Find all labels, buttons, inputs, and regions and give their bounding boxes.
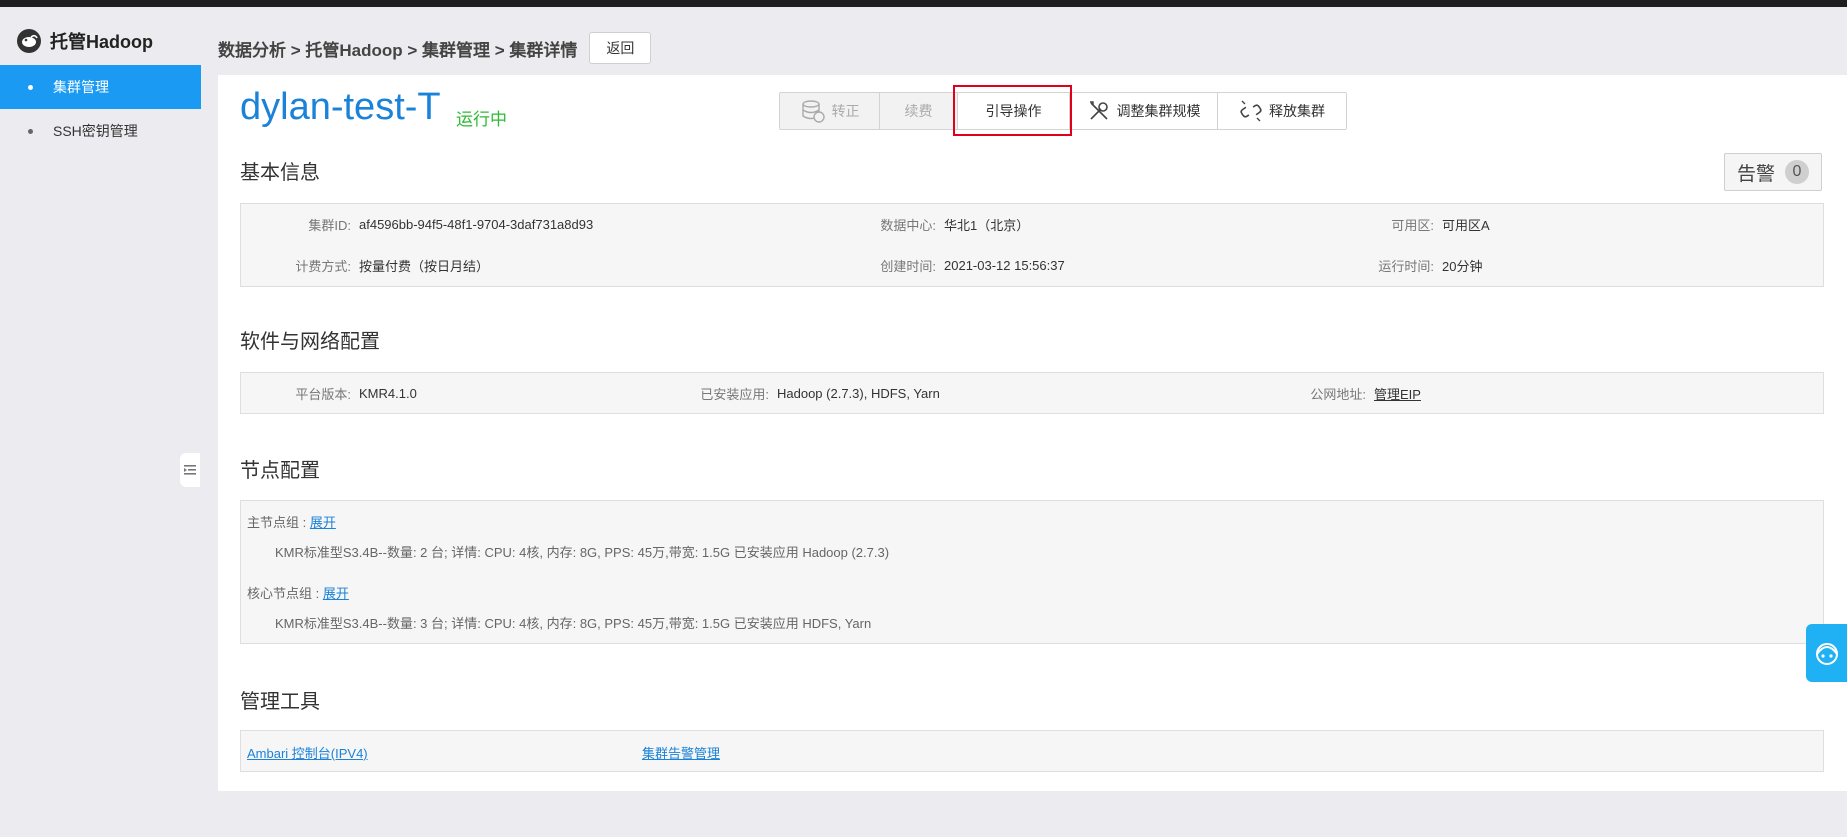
basic-info-box: 集群ID: af4596bb-94f5-48f1-9704-3daf731a8d…: [240, 203, 1824, 287]
tools-box: Ambari 控制台(IPV4) 集群告警管理: [240, 730, 1824, 772]
master-group-label: 主节点组 :: [247, 515, 310, 530]
uptime-row: 运行时间: 20分钟: [1321, 255, 1482, 275]
nodes-box: 主节点组 : 展开 KMR标准型S3.4B--数量: 2 台; 详情: CPU:…: [240, 500, 1824, 644]
alarm-button[interactable]: 告警 0: [1724, 153, 1822, 191]
sidebar-item-label: SSH密钥管理: [53, 123, 138, 139]
sidebar-collapse-handle[interactable]: [180, 453, 200, 487]
created-value: 2021-03-12 15:56:37: [944, 257, 1065, 273]
billing-label: 计费方式:: [295, 258, 351, 274]
database-icon: [801, 100, 825, 123]
bullet-icon: [28, 84, 33, 90]
alarm-count-badge: 0: [1785, 160, 1809, 184]
apps-row: 已安装应用: Hadoop (2.7.3), HDFS, Yarn: [641, 383, 940, 403]
sidebar-item-label: 集群管理: [53, 79, 109, 95]
app-title: 托管Hadoop: [50, 32, 153, 52]
cluster-detail-panel: dylan-test-T 运行中 转正 续费 引导操作 调整集群规模 释放集群 …: [218, 75, 1847, 791]
bullet-icon: [28, 128, 33, 134]
cluster-name: dylan-test-T: [240, 86, 441, 128]
software-box: 平台版本: KMR4.1.0 已安装应用: Hadoop (2.7.3), HD…: [240, 372, 1824, 414]
resize-label: 调整集群规模: [1116, 103, 1201, 119]
core-group-label: 核心节点组 :: [247, 586, 323, 601]
brand: 托管Hadoop: [16, 21, 153, 61]
broken-link-icon: [1240, 100, 1262, 122]
platform-label: 平台版本:: [295, 386, 351, 402]
customer-service-button[interactable]: [1806, 624, 1847, 682]
platform-row: 平台版本: KMR4.1.0: [241, 383, 417, 403]
top-bar: [0, 0, 1847, 7]
software-title: 软件与网络配置: [240, 331, 380, 353]
master-group-desc: KMR标准型S3.4B--数量: 2 台; 详情: CPU: 4核, 内存: 8…: [275, 545, 890, 560]
created-label: 创建时间:: [880, 258, 936, 274]
core-expand-link[interactable]: 展开: [323, 586, 349, 601]
sidebar-item-ssh-keys[interactable]: SSH密钥管理: [0, 109, 201, 153]
hadoop-logo-icon: [17, 29, 41, 53]
renew-label: 续费: [904, 103, 933, 119]
master-expand-link[interactable]: 展开: [310, 515, 336, 530]
sidebar: 托管Hadoop 集群管理 SSH密钥管理: [0, 7, 201, 837]
renew-button[interactable]: 续费: [880, 93, 958, 129]
uptime-label: 运行时间:: [1378, 258, 1434, 274]
zone-value: 可用区A: [1442, 217, 1490, 233]
datacenter-label: 数据中心:: [880, 217, 936, 233]
apps-label: 已安装应用:: [700, 386, 769, 402]
basic-info-title: 基本信息: [240, 162, 320, 184]
master-group-row: 主节点组 : 展开: [247, 512, 336, 531]
release-cluster-button[interactable]: 释放集群: [1218, 93, 1346, 129]
cluster-id-label: 集群ID:: [308, 217, 351, 233]
tools-title: 管理工具: [240, 691, 320, 713]
cluster-id-value: af4596bb-94f5-48f1-9704-3daf731a8d93: [359, 216, 594, 232]
apps-value: Hadoop (2.7.3), HDFS, Yarn: [777, 385, 940, 401]
collapse-icon: [184, 465, 196, 475]
ambari-console-link[interactable]: Ambari 控制台(IPV4): [247, 743, 368, 762]
created-row: 创建时间: 2021-03-12 15:56:37: [821, 255, 1065, 275]
core-group-row: 核心节点组 : 展开: [247, 583, 349, 602]
nodes-title: 节点配置: [240, 460, 320, 482]
manage-eip-link[interactable]: 管理EIP: [1374, 384, 1421, 403]
public-address-label: 公网地址:: [1310, 386, 1366, 402]
convert-label: 转正: [831, 103, 860, 119]
convert-button[interactable]: 转正: [780, 93, 880, 129]
zone-row: 可用区: 可用区A: [1321, 214, 1490, 234]
back-button[interactable]: 返回: [589, 32, 652, 64]
alarm-management-link[interactable]: 集群告警管理: [642, 743, 720, 762]
resize-cluster-button[interactable]: 调整集群规模: [1070, 93, 1218, 129]
alarm-label: 告警: [1736, 163, 1775, 185]
billing-row: 计费方式: 按量付费（按日月结）: [241, 255, 489, 275]
uptime-value: 20分钟: [1442, 258, 1483, 274]
breadcrumb: 数据分析 > 托管Hadoop > 集群管理 > 集群详情: [218, 40, 578, 60]
sidebar-item-cluster-management[interactable]: 集群管理: [0, 65, 201, 109]
wrench-icon: [1089, 101, 1108, 120]
core-group-desc: KMR标准型S3.4B--数量: 3 台; 详情: CPU: 4核, 内存: 8…: [275, 616, 872, 631]
highlight-box: [953, 85, 1072, 136]
release-label: 释放集群: [1269, 103, 1325, 119]
status-badge: 运行中: [456, 110, 507, 129]
zone-label: 可用区:: [1391, 217, 1434, 233]
billing-value: 按量付费（按日月结）: [359, 258, 490, 274]
public-address-row: 公网地址: 管理EIP: [1241, 383, 1421, 403]
cluster-id-row: 集群ID: af4596bb-94f5-48f1-9704-3daf731a8d…: [241, 214, 593, 234]
datacenter-row: 数据中心: 华北1（北京）: [821, 214, 1029, 234]
chat-bot-icon: [1815, 643, 1838, 665]
breadcrumb-row: 数据分析 > 托管Hadoop > 集群管理 > 集群详情 返回: [218, 32, 652, 64]
platform-value: KMR4.1.0: [359, 385, 417, 401]
datacenter-value: 华北1（北京）: [944, 217, 1030, 233]
